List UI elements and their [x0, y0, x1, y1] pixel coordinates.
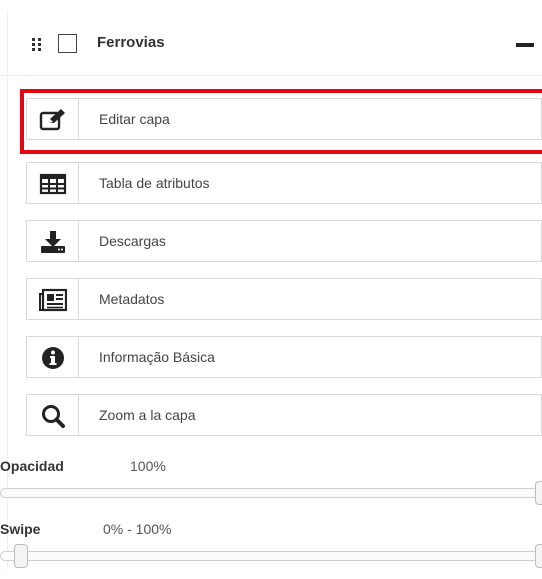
- swipe-slider-handle-left[interactable]: [14, 544, 28, 568]
- attribute-table-button[interactable]: Tabla de atributos: [26, 162, 542, 204]
- table-icon: [39, 173, 67, 195]
- metadata-icon-cell: [27, 279, 79, 319]
- layer-title: Ferrovias: [97, 34, 165, 51]
- zoom-to-layer-label: Zoom a la capa: [99, 407, 196, 423]
- zoom-to-layer-button[interactable]: Zoom a la capa: [26, 394, 542, 436]
- swipe-slider-handle-right[interactable]: [535, 544, 542, 568]
- zoom-icon: [42, 405, 65, 428]
- zoom-icon-cell: [27, 395, 79, 435]
- swipe-value: 0% - 100%: [103, 521, 172, 537]
- download-icon-cell: [27, 221, 79, 261]
- basic-info-label: Informação Básica: [99, 349, 215, 365]
- layer-panel: Ferrovias Editar capa Tabla de atributos: [0, 0, 542, 579]
- metadata-icon: [39, 288, 67, 312]
- basic-info-button[interactable]: Informação Básica: [26, 336, 542, 378]
- attribute-table-label: Tabla de atributos: [99, 175, 210, 191]
- download-icon: [41, 231, 65, 253]
- drag-handle-icon[interactable]: [32, 38, 44, 52]
- metadata-button[interactable]: Metadatos: [26, 278, 542, 320]
- swipe-label: Swipe: [0, 521, 41, 537]
- info-icon-cell: [27, 337, 79, 377]
- table-icon-cell: [27, 163, 79, 203]
- opacity-label: Opacidad: [0, 458, 64, 474]
- opacity-slider-track[interactable]: [0, 488, 542, 498]
- opacity-value: 100%: [130, 458, 166, 474]
- collapse-button[interactable]: [516, 43, 534, 47]
- downloads-button[interactable]: Descargas: [26, 220, 542, 262]
- swipe-slider-track[interactable]: [0, 551, 542, 561]
- highlight-box: [20, 89, 542, 154]
- downloads-label: Descargas: [99, 233, 166, 249]
- metadata-label: Metadatos: [99, 291, 165, 307]
- panel-divider: [7, 10, 8, 570]
- layer-header: Ferrovias: [0, 10, 542, 76]
- opacity-slider-handle[interactable]: [535, 481, 542, 505]
- info-icon: [42, 347, 64, 369]
- layer-visibility-checkbox[interactable]: [58, 34, 77, 53]
